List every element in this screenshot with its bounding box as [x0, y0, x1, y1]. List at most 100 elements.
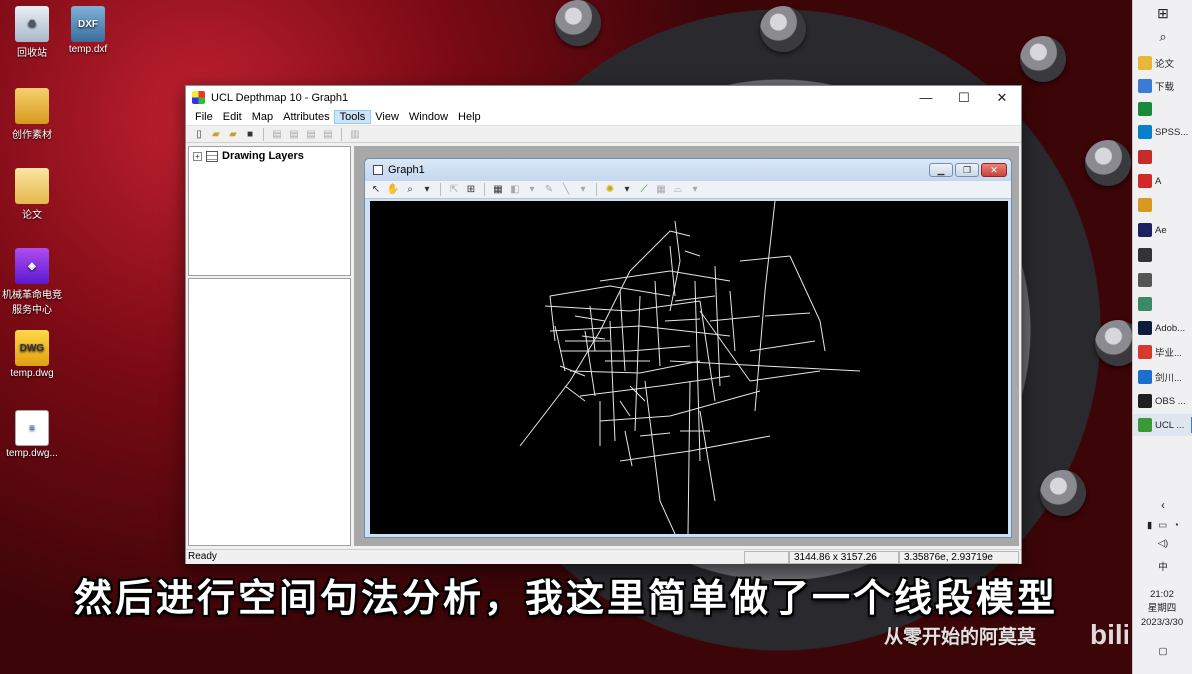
taskbar-item[interactable]	[1133, 269, 1192, 291]
dropdown-arrow-icon[interactable]: ▾	[525, 183, 539, 197]
segment-line	[664, 318, 701, 322]
layer-delete-icon[interactable]: ▤	[304, 127, 318, 141]
taskbar-item-label: 毕业...	[1155, 348, 1182, 359]
child-titlebar[interactable]: Graph1 ▁ ❐ ✕	[365, 159, 1011, 181]
notification-button[interactable]: ▢	[1133, 640, 1192, 662]
close-button[interactable]: ✕	[983, 90, 1021, 106]
table-view-icon[interactable]: ▥	[348, 127, 362, 141]
taskbar-item-label: 下载	[1155, 82, 1175, 93]
menu-tools[interactable]: Tools	[333, 110, 372, 124]
segment-line	[639, 360, 701, 374]
mdi-workspace: Graph1 ▁ ❐ ✕ ↖ ✋ ⌕ ▾ ⇱ ⊞ ▦ ◧ ▾ ✎ ╲ ▾ ✺ ▾…	[354, 146, 1019, 546]
taskbar-item[interactable]: 剑川...	[1133, 366, 1192, 388]
microphone-icon[interactable]: ▮	[1147, 520, 1152, 531]
segment-line	[629, 300, 701, 312]
after-effects-icon	[1138, 223, 1152, 237]
taskbar-item[interactable]	[1133, 146, 1192, 168]
save-icon[interactable]: ■	[243, 127, 257, 141]
flood-fill-icon[interactable]: ◧	[508, 183, 522, 197]
taskbar-item[interactable]: UCL ...	[1133, 414, 1192, 436]
grid-icon[interactable]: ▦	[491, 183, 505, 197]
layer-add-icon[interactable]: ▤	[270, 127, 284, 141]
graph-canvas[interactable]	[370, 201, 1008, 534]
menu-map[interactable]: Map	[247, 111, 278, 123]
pencil-icon[interactable]: ✎	[542, 183, 556, 197]
zoom-icon[interactable]: ⌕	[403, 183, 417, 197]
segment-line	[754, 290, 766, 412]
join-icon[interactable]: ⌓	[671, 183, 685, 197]
taskbar-item[interactable]: Adob...	[1133, 317, 1192, 339]
layer-edit-icon[interactable]: ▤	[287, 127, 301, 141]
desktop-icon-temp-dxf[interactable]: DXF temp.dxf	[56, 6, 120, 55]
dropdown-arrow-icon[interactable]: ▾	[420, 183, 434, 197]
taskbar-item[interactable]: OBS ...	[1133, 390, 1192, 412]
child-close-button[interactable]: ✕	[981, 163, 1007, 177]
grid-small-icon[interactable]: ▦	[654, 183, 668, 197]
window-titlebar[interactable]: UCL Depthmap 10 - Graph1 — ☐ ✕	[186, 86, 1021, 109]
menu-edit[interactable]: Edit	[218, 111, 247, 123]
desktop-icon-service-center[interactable]: ◈ 机械革命电竞服务中心	[0, 248, 64, 316]
main-toolbar: ▯ ▰ ▰ ■ ▤ ▤ ▤ ▤ ▥	[186, 126, 1021, 143]
taskbar-clock[interactable]: 21:02 星期四 2023/3/30	[1132, 588, 1192, 630]
desktop-icon-creative-folder[interactable]: 创作素材	[0, 88, 64, 141]
menu-view[interactable]: View	[370, 111, 404, 123]
segment-line	[644, 380, 661, 502]
menu-attributes[interactable]: Attributes	[278, 111, 334, 123]
desktop-icon-thesis-folder[interactable]: 论文	[0, 168, 64, 221]
axial-line-icon[interactable]: ⟋	[637, 183, 651, 197]
fit-view-icon[interactable]: ⊞	[464, 183, 478, 197]
taskbar-item[interactable]: Ae	[1133, 219, 1192, 241]
expand-icon[interactable]: +	[193, 151, 202, 161]
desktop-icon-temp-dwg[interactable]: DWG temp.dwg	[0, 330, 64, 379]
taskbar-item[interactable]	[1133, 194, 1192, 216]
taskbar-item-label: 论文	[1155, 59, 1175, 70]
pan-hand-icon[interactable]: ✋	[386, 183, 400, 197]
open-folder-icon[interactable]: ▰	[209, 127, 223, 141]
desktop-icon-temp-dwg-backup[interactable]: ≡ temp.dwg...	[0, 410, 64, 459]
minimize-button[interactable]: —	[907, 90, 945, 106]
segment-line	[544, 305, 631, 312]
taskbar-item[interactable]: A	[1133, 170, 1192, 192]
child-restore-button[interactable]: ❐	[955, 163, 979, 177]
menu-help[interactable]: Help	[453, 111, 486, 123]
tray-expand-button[interactable]: ‹	[1133, 494, 1192, 516]
wifi-icon[interactable]: ◔	[1173, 520, 1179, 531]
segment-line	[629, 230, 671, 272]
volume-button[interactable]: ◁)	[1133, 532, 1192, 554]
layer-up-icon[interactable]: ▤	[321, 127, 335, 141]
menu-window[interactable]: Window	[404, 111, 453, 123]
select-arrow-icon[interactable]: ↖	[369, 183, 383, 197]
segment-line	[687, 380, 691, 534]
dropdown-arrow-icon[interactable]: ▾	[576, 183, 590, 197]
taskbar-item[interactable]: 下载	[1133, 75, 1192, 97]
segment-line	[599, 270, 671, 282]
dropdown-arrow-icon[interactable]: ▾	[688, 183, 702, 197]
segment-line	[699, 310, 751, 382]
battery-icon[interactable]: ▭	[1158, 520, 1167, 531]
import-icon[interactable]: ▰	[226, 127, 240, 141]
line-icon[interactable]: ╲	[559, 183, 573, 197]
tree-item-drawing-layers[interactable]: + Drawing Layers	[189, 147, 350, 165]
dropdown-arrow-icon[interactable]: ▾	[620, 183, 634, 197]
segment-line	[749, 340, 816, 352]
taskbar-item[interactable]: 毕业...	[1133, 341, 1192, 363]
maximize-button[interactable]: ☐	[945, 90, 983, 106]
fill-icon[interactable]: ⇱	[447, 183, 461, 197]
bilibili-logo-icon: bili	[1090, 619, 1128, 650]
desktop-icon-recycle-bin[interactable]: ♻ 回收站	[0, 6, 64, 59]
taskbar-item[interactable]: SPSS...	[1133, 121, 1192, 143]
search-button[interactable]: ⌕	[1133, 26, 1192, 48]
taskbar-item[interactable]	[1133, 98, 1192, 120]
menu-bar: File Edit Map Attributes Tools View Wind…	[186, 109, 1021, 126]
ime-indicator[interactable]: 中	[1133, 555, 1192, 577]
taskbar-item[interactable]	[1133, 244, 1192, 266]
isovist-icon[interactable]: ✺	[603, 183, 617, 197]
start-button[interactable]: ⊞	[1133, 2, 1192, 24]
segment-line	[699, 410, 716, 502]
new-file-icon[interactable]: ▯	[192, 127, 206, 141]
child-minimize-button[interactable]: ▁	[929, 163, 953, 177]
menu-file[interactable]: File	[190, 111, 218, 123]
taskbar-item[interactable]	[1133, 293, 1192, 315]
toolbar-separator	[341, 127, 342, 141]
taskbar-item[interactable]: 论文	[1133, 52, 1192, 74]
